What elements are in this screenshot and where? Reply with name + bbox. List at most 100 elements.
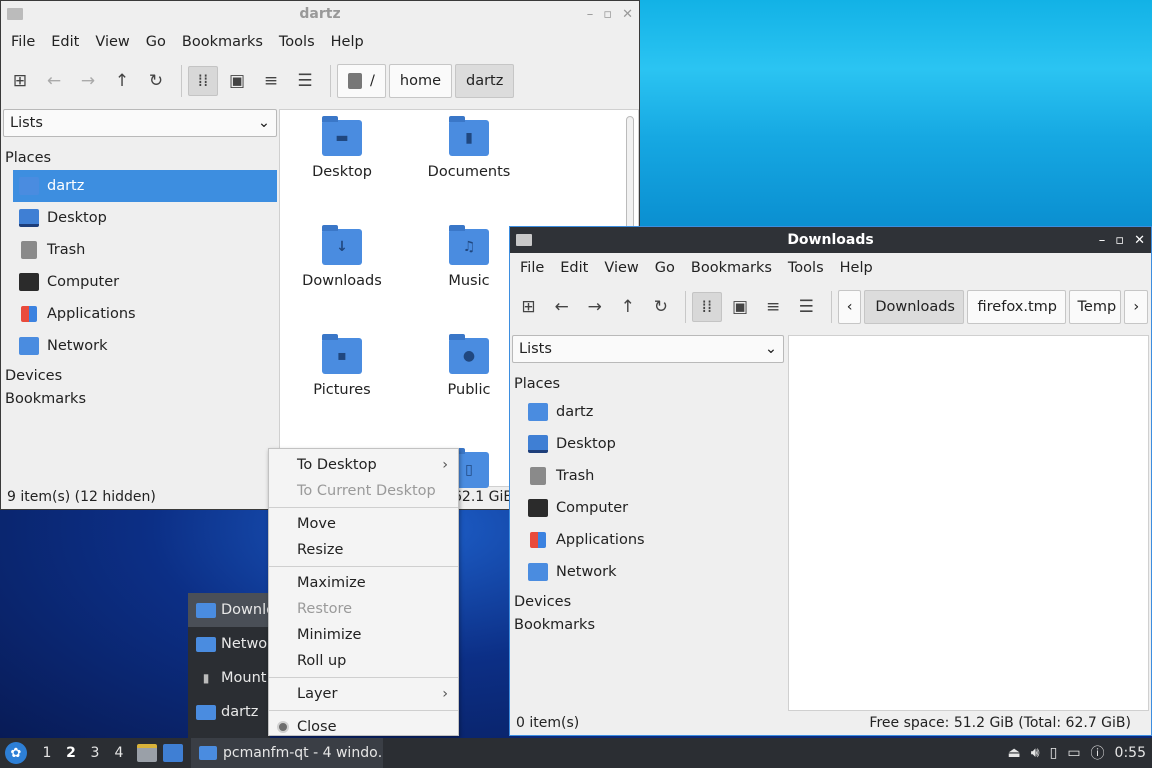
menu-view[interactable]: View <box>596 260 646 276</box>
notification-icon[interactable]: ⓘ <box>1091 743 1105 763</box>
network-status-icon[interactable]: ▭ <box>1067 745 1080 761</box>
close-icon[interactable]: ✕ <box>1134 233 1145 248</box>
menu-help[interactable]: Help <box>323 34 372 50</box>
file-item-desktop[interactable]: ▬ Desktop <box>282 116 402 180</box>
title-bar[interactable]: dartz – ▫ ✕ <box>1 1 639 27</box>
breadcrumb-scroll-right-icon[interactable]: › <box>1124 290 1149 324</box>
sidebar-item-desktop[interactable]: Desktop <box>522 428 784 460</box>
sidebar-item-applications[interactable]: Applications <box>522 524 784 556</box>
devices-header[interactable]: Devices <box>512 591 784 614</box>
breadcrumb-firefox-tmp[interactable]: firefox.tmp <box>966 290 1066 324</box>
forward-icon[interactable]: → <box>580 292 609 322</box>
volume-icon[interactable]: 🔊︎ <box>1031 745 1040 761</box>
sidebar-item-network[interactable]: Network <box>522 556 784 588</box>
menu-item-resize[interactable]: Resize <box>269 537 458 563</box>
window-list-item-network[interactable]: Network <box>188 627 270 661</box>
file-item-pictures[interactable]: ▪ Pictures <box>282 334 402 398</box>
breadcrumb-home[interactable]: home <box>388 64 452 98</box>
places-header[interactable]: Places <box>512 373 784 396</box>
bookmarks-header[interactable]: Bookmarks <box>3 388 277 411</box>
start-menu-icon[interactable]: ✿ <box>5 742 27 764</box>
breadcrumb-dartz[interactable]: dartz <box>455 64 515 98</box>
sidebar-item-desktop[interactable]: Desktop <box>13 202 277 234</box>
sidebar-item-trash[interactable]: Trash <box>522 460 784 492</box>
eject-icon[interactable]: ⏏ <box>1008 745 1021 761</box>
taskbar-task-pcmanfm[interactable]: pcmanfm-qt - 4 windo… <box>191 738 383 768</box>
breadcrumb-downloads[interactable]: Downloads <box>864 290 964 324</box>
breadcrumb-root[interactable]: / <box>337 64 386 98</box>
detail-view-icon[interactable]: ☰ <box>792 292 821 322</box>
file-item-documents[interactable]: ▮ Documents <box>409 116 529 180</box>
menu-item-label: To Current Desktop <box>297 483 436 499</box>
breadcrumb-scroll-left-icon[interactable]: ‹ <box>837 290 862 324</box>
thumbnail-view-icon[interactable]: ▣ <box>222 66 252 96</box>
clock[interactable]: 0:55 <box>1115 745 1146 761</box>
menu-go[interactable]: Go <box>138 34 174 50</box>
menu-bookmarks[interactable]: Bookmarks <box>174 34 271 50</box>
forward-icon[interactable]: → <box>73 66 103 96</box>
menu-item-layer[interactable]: Layer › <box>269 681 458 707</box>
menu-file[interactable]: File <box>512 260 552 276</box>
clipboard-icon[interactable]: ▯ <box>1050 745 1058 761</box>
menu-view[interactable]: View <box>87 34 137 50</box>
thumbnail-view-icon[interactable]: ▣ <box>726 292 755 322</box>
menu-item-minimize[interactable]: Minimize <box>269 622 458 648</box>
menu-item-roll-up[interactable]: Roll up <box>269 648 458 674</box>
close-icon[interactable]: ✕ <box>622 7 633 22</box>
menu-go[interactable]: Go <box>647 260 683 276</box>
new-tab-icon[interactable]: ⊞ <box>5 66 35 96</box>
sidebar-item-trash[interactable]: Trash <box>13 234 277 266</box>
breadcrumb-temp[interactable]: Temp <box>1068 290 1122 324</box>
workspace-4[interactable]: 4 <box>107 745 131 761</box>
workspace-1[interactable]: 1 <box>35 745 59 761</box>
title-bar[interactable]: Downloads – ▫ ✕ <box>510 227 1151 253</box>
up-icon[interactable]: ↑ <box>613 292 642 322</box>
workspace-2[interactable]: 2 <box>59 745 83 761</box>
sidebar-mode-select[interactable]: Lists ⌄ <box>3 109 277 137</box>
detail-view-icon[interactable]: ☰ <box>290 66 320 96</box>
sidebar-item-dartz[interactable]: dartz <box>522 396 784 428</box>
file-view[interactable] <box>788 335 1149 711</box>
sidebar-mode-select[interactable]: Lists ⌄ <box>512 335 784 363</box>
menu-edit[interactable]: Edit <box>43 34 87 50</box>
icon-view-icon[interactable]: ⁞⁞ <box>188 66 218 96</box>
menu-item-to-desktop[interactable]: To Desktop › <box>269 452 458 478</box>
sidebar-item-computer[interactable]: Computer <box>522 492 784 524</box>
menu-edit[interactable]: Edit <box>552 260 596 276</box>
menu-file[interactable]: File <box>3 34 43 50</box>
up-icon[interactable]: ↑ <box>107 66 137 96</box>
back-icon[interactable]: ← <box>547 292 576 322</box>
sidebar-item-applications[interactable]: Applications <box>13 298 277 330</box>
menu-tools[interactable]: Tools <box>271 34 323 50</box>
reload-icon[interactable]: ↻ <box>141 66 171 96</box>
window-list-item-dartz[interactable]: dartz <box>188 695 270 729</box>
bookmarks-header[interactable]: Bookmarks <box>512 614 784 637</box>
back-icon[interactable]: ← <box>39 66 69 96</box>
maximize-icon[interactable]: ▫ <box>1115 233 1124 248</box>
menu-item-close[interactable]: Close <box>269 714 458 740</box>
sidebar-item-computer[interactable]: Computer <box>13 266 277 298</box>
new-tab-icon[interactable]: ⊞ <box>514 292 543 322</box>
sidebar-item-dartz[interactable]: dartz <box>13 170 277 202</box>
menu-help[interactable]: Help <box>832 260 881 276</box>
compact-view-icon[interactable]: ≡ <box>759 292 788 322</box>
file-item-downloads[interactable]: ↓ Downloads <box>282 225 402 289</box>
menu-item-move[interactable]: Move <box>269 511 458 537</box>
file-manager-launcher-icon[interactable] <box>137 744 157 762</box>
maximize-icon[interactable]: ▫ <box>603 7 612 22</box>
places-header[interactable]: Places <box>3 147 277 170</box>
window-list-item-mount[interactable]: ▮ Mount <box>188 661 270 695</box>
minimize-icon[interactable]: – <box>587 7 594 22</box>
menu-bookmarks[interactable]: Bookmarks <box>683 260 780 276</box>
icon-view-icon[interactable]: ⁞⁞ <box>692 292 722 322</box>
show-desktop-icon[interactable] <box>163 744 183 762</box>
sidebar-item-network[interactable]: Network <box>13 330 277 362</box>
reload-icon[interactable]: ↻ <box>646 292 675 322</box>
workspace-3[interactable]: 3 <box>83 745 107 761</box>
window-list-item-downloads[interactable]: Downloads <box>188 593 270 627</box>
devices-header[interactable]: Devices <box>3 365 277 388</box>
menu-item-maximize[interactable]: Maximize <box>269 570 458 596</box>
minimize-icon[interactable]: – <box>1099 233 1106 248</box>
compact-view-icon[interactable]: ≡ <box>256 66 286 96</box>
menu-tools[interactable]: Tools <box>780 260 832 276</box>
